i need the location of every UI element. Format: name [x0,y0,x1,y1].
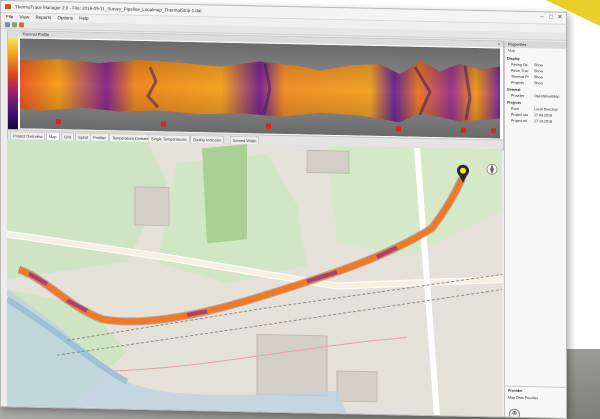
property-row[interactable]: Projects Show [507,80,565,87]
property-row[interactable]: Project en 17.10.2016 [507,118,565,125]
close-button[interactable]: ✕ [556,15,564,22]
menu-view[interactable]: View [20,14,30,19]
property-description-title: Provider [508,388,523,393]
app-icon [5,4,11,10]
map-canvas[interactable] [7,139,502,417]
menu-file[interactable]: File [6,14,13,19]
properties-subtitle: Map [508,48,515,53]
export-icon[interactable] [19,22,24,28]
thermal-profile-panel: Thermal Profile × [7,30,504,142]
building [336,370,378,403]
properties-panel: Properties Map Display Paving Dir. Show … [504,40,567,419]
tab-grid[interactable]: Grid [61,132,75,141]
temperature-color-scale [8,37,18,131]
navigation-button[interactable]: ⊕ [509,408,520,419]
tab-map[interactable]: Map [46,131,60,141]
menu-help[interactable]: Help [79,16,88,21]
app-window: ThermoTrace Manager 2.0 - File: 2016-09-… [0,0,567,419]
minimize-button[interactable]: – [538,14,546,21]
building [306,149,350,174]
property-description: Provider Map Data Provider [505,385,567,408]
menu-options[interactable]: Options [58,15,74,20]
save-icon[interactable] [12,22,17,28]
crosshair-icon: ⊕ [511,410,518,417]
thermal-panel-close-icon[interactable]: × [498,41,500,47]
properties-header: Properties [505,40,567,49]
map-view[interactable] [7,139,502,417]
open-icon[interactable] [5,22,10,28]
building [134,186,170,227]
thermal-panel-title: Thermal Profile [22,31,50,38]
compass-icon[interactable] [486,163,498,175]
property-description-text: Map Data Provider [508,395,538,401]
menu-reports[interactable]: Reports [35,15,51,20]
maximize-button[interactable]: □ [547,14,555,21]
properties-title: Properties [508,41,527,48]
thermal-strip[interactable] [20,38,500,139]
building [256,333,328,397]
forest-area [202,144,247,244]
property-row[interactable]: Provider OpenStreetMap [507,93,565,100]
